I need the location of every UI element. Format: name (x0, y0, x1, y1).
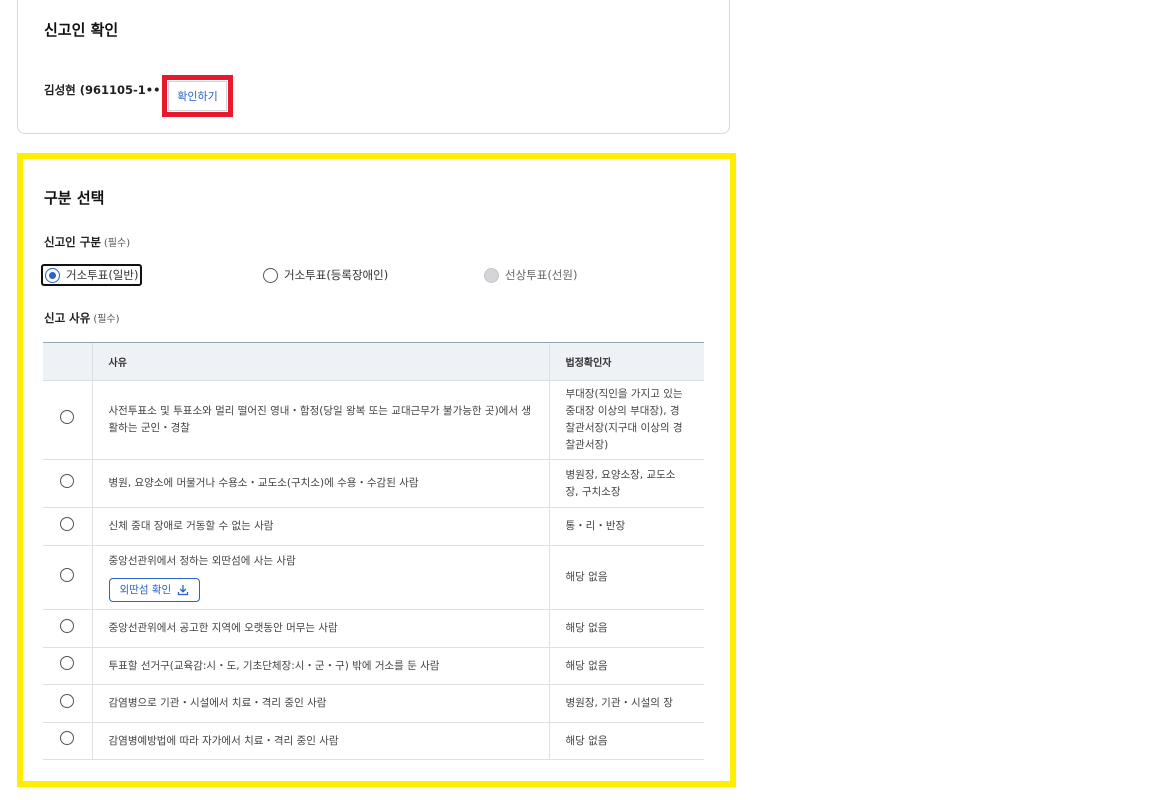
reason-radio[interactable] (60, 656, 75, 670)
radio-disabled-icon (484, 267, 499, 283)
table-row: 중앙선관위에서 정하는 외딴섬에 사는 사람 외딴섬 확인 해당 없음 (43, 545, 704, 610)
radio-ship-voting: 선상투표(선원) (484, 264, 577, 286)
table-row: 감염병으로 기관・시설에서 치료・격리 중인 사람 병원장, 기관・시설의 장 (43, 684, 704, 723)
header-select (43, 342, 92, 381)
island-check-label: 외딴섬 확인 (119, 583, 172, 596)
header-reason: 사유 (91, 342, 549, 381)
radio-unchecked-icon (263, 267, 278, 283)
table-row: 사전투표소 및 투표소와 멀리 떨어진 영내・함정(당일 왕복 또는 교대근무가… (43, 380, 704, 460)
download-icon (177, 585, 189, 596)
required-mark: (필수) (103, 238, 131, 249)
reason-label-text: 신고 사유 (44, 311, 91, 325)
table-row: 중앙선관위에서 공고한 지역에 오랫동안 머무는 사람 해당 없음 (43, 609, 704, 648)
reason-table: 사유 법정확인자 사전투표소 및 투표소와 멀리 떨어진 영내・함정(당일 왕복… (43, 342, 704, 760)
table-row: 투표할 선거구(교육감:시・도, 기초단체장:시・군・구) 밖에 거소를 둔 사… (43, 647, 704, 685)
verify-button[interactable]: 확인하기 (168, 81, 227, 111)
reason-radio[interactable] (60, 618, 75, 633)
table-row: 병원, 요양소에 머물거나 수용소・교도소(구치소)에 수용・수감된 사람 병원… (43, 459, 704, 508)
radio-label: 선상투표(선원) (505, 268, 578, 282)
legal-confirmer-text: 해당 없음 (548, 647, 704, 685)
reason-text: 중앙선관위에서 공고한 지역에 오랫동안 머무는 사람 (91, 609, 549, 648)
legal-confirmer-text: 해당 없음 (548, 722, 704, 760)
reason-text: 신체 중대 장애로 거동할 수 없는 사람 (91, 507, 549, 546)
radio-disabled-absentee[interactable]: 거소투표(등록장애인) (263, 264, 388, 286)
reason-text: 감염병예방법에 따라 자가에서 치료・격리 중인 사람 (91, 722, 549, 760)
radio-general-absentee[interactable]: 거소투표(일반) (41, 264, 143, 286)
reason-text: 투표할 선거구(교육감:시・도, 기초단체장:시・군・구) 밖에 거소를 둔 사… (91, 647, 549, 685)
legal-confirmer-text: 병원장, 요양소장, 교도소장, 구치소장 (548, 459, 704, 508)
reason-radio[interactable] (60, 473, 75, 488)
reason-text: 사전투표소 및 투표소와 멀리 떨어진 영내・함정(당일 왕복 또는 교대근무가… (91, 380, 549, 460)
reason-radio[interactable] (60, 516, 75, 531)
island-check-button[interactable]: 외딴섬 확인 (108, 578, 201, 602)
reason-radio[interactable] (60, 693, 75, 708)
reporter-type-label-text: 신고인 구분 (44, 235, 101, 249)
reason-cell: 중앙선관위에서 정하는 외딴섬에 사는 사람 외딴섬 확인 (91, 545, 549, 610)
reporter-confirm-card: 신고인 확인 김성현 (961105-1••••••) (17, 0, 730, 134)
reason-label: 신고 사유 (필수) (44, 310, 120, 326)
card-title: 신고인 확인 (44, 21, 119, 39)
reason-radio[interactable] (60, 410, 75, 424)
legal-confirmer-text: 병원장, 기관・시설의 장 (548, 684, 704, 723)
reason-text: 중앙선관위에서 정하는 외딴섬에 사는 사람 (108, 555, 296, 567)
header-legal-confirmer: 법정확인자 (548, 342, 704, 381)
section-title: 구분 선택 (44, 189, 105, 207)
table-header-row: 사유 법정확인자 (43, 342, 704, 381)
reporter-type-label: 신고인 구분 (필수) (44, 234, 130, 250)
radio-label: 거소투표(등록장애인) (284, 268, 389, 282)
radio-label: 거소투표(일반) (66, 268, 139, 282)
legal-confirmer-text: 통・리・반장 (548, 507, 704, 546)
required-mark: (필수) (93, 314, 120, 325)
reason-radio[interactable] (60, 731, 75, 745)
reason-text: 병원, 요양소에 머물거나 수용소・교도소(구치소)에 수용・수감된 사람 (91, 459, 549, 508)
reason-text: 감염병으로 기관・시설에서 치료・격리 중인 사람 (91, 684, 549, 723)
table-row: 신체 중대 장애로 거동할 수 없는 사람 통・리・반장 (43, 507, 704, 546)
legal-confirmer-text: 부대장(직인을 가지고 있는 중대장 이상의 부대장), 경찰관서장(지구대 이… (548, 380, 704, 460)
reason-radio[interactable] (60, 567, 75, 582)
table-row: 감염병예방법에 따라 자가에서 치료・격리 중인 사람 해당 없음 (43, 722, 704, 760)
legal-confirmer-text: 해당 없음 (548, 545, 704, 610)
legal-confirmer-text: 해당 없음 (548, 609, 704, 648)
radio-checked-icon (45, 267, 60, 283)
